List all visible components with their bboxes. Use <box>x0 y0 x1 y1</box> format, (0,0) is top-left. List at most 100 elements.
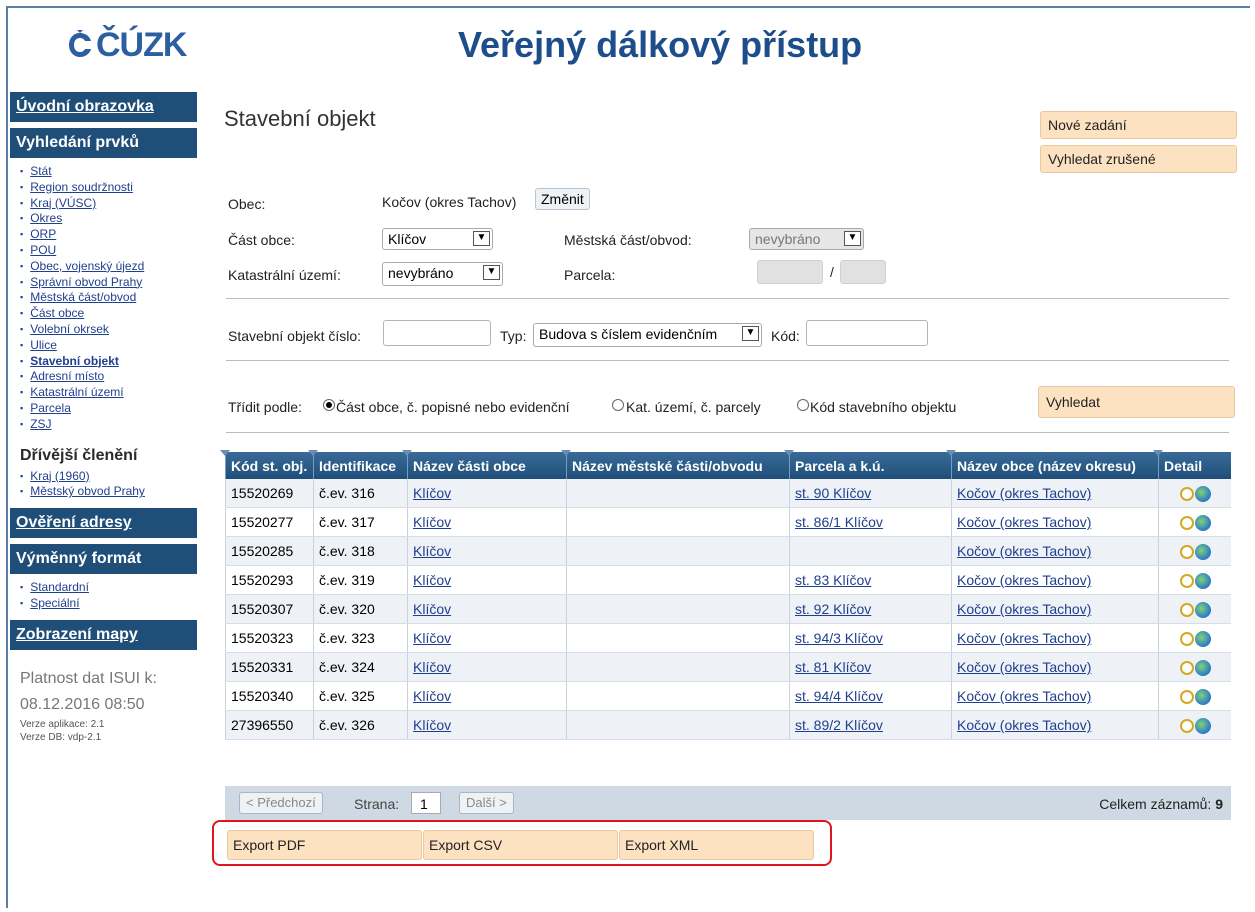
zobrazeni-mapy-link[interactable]: Zobrazení mapy <box>16 626 138 643</box>
sidebar-link-stat[interactable]: Stát <box>30 164 51 178</box>
parcela-number-input[interactable] <box>757 260 823 284</box>
globe-icon[interactable] <box>1194 601 1211 618</box>
change-obec-button[interactable]: Změnit <box>535 188 590 210</box>
sort-radio-kod[interactable] <box>797 399 809 411</box>
sidebar-link-zsj[interactable]: ZSJ <box>30 417 51 431</box>
globe-icon[interactable] <box>1194 717 1211 734</box>
page-number-input[interactable]: 1 <box>411 792 441 814</box>
sort-radio-kat-uzemi[interactable] <box>612 399 624 411</box>
sidebar-link-orp[interactable]: ORP <box>30 227 56 241</box>
magnifier-icon[interactable] <box>1179 515 1194 530</box>
sort-radio-cast-obce[interactable] <box>323 399 335 411</box>
globe-icon[interactable] <box>1194 514 1211 531</box>
nazev-obce-link[interactable]: Kočov (okres Tachov) <box>957 688 1091 704</box>
sidebar-link-specialni[interactable]: Speciální <box>30 596 79 610</box>
sidebar-link-cast-obce[interactable]: Část obce <box>30 306 84 320</box>
globe-icon[interactable] <box>1194 659 1211 676</box>
nazev-obce-link[interactable]: Kočov (okres Tachov) <box>957 659 1091 675</box>
sort-radio-kod-label[interactable]: Kód stavebního objektu <box>810 399 956 415</box>
column-header-mestska-cast[interactable]: Název městské části/obvodu <box>561 450 790 479</box>
globe-icon[interactable] <box>1194 543 1211 560</box>
magnifier-icon[interactable] <box>1179 544 1194 559</box>
parcela-link[interactable]: st. 90 Klíčov <box>795 485 871 501</box>
column-header-identifikace[interactable]: Identifikace <box>308 450 408 479</box>
globe-icon[interactable] <box>1194 572 1211 589</box>
uvodni-obrazovka-link[interactable]: Úvodní obrazovka <box>16 98 154 115</box>
globe-icon[interactable] <box>1194 485 1211 502</box>
sort-radio-kat-uzemi-label[interactable]: Kat. území, č. parcely <box>626 399 761 415</box>
nazev-casti-link[interactable]: Klíčov <box>413 543 451 559</box>
parcela-link[interactable]: st. 86/1 Klíčov <box>795 514 883 530</box>
mestska-cast-select[interactable]: nevybráno ▼ <box>749 228 864 250</box>
nazev-obce-link[interactable]: Kočov (okres Tachov) <box>957 485 1091 501</box>
nazev-obce-link[interactable]: Kočov (okres Tachov) <box>957 543 1091 559</box>
sidebar-link-ulice[interactable]: Ulice <box>30 338 57 352</box>
nazev-obce-link[interactable]: Kočov (okres Tachov) <box>957 572 1091 588</box>
magnifier-icon[interactable] <box>1179 660 1194 675</box>
column-header-detail[interactable]: Detail <box>1153 450 1231 479</box>
nazev-casti-link[interactable]: Klíčov <box>413 485 451 501</box>
nazev-casti-link[interactable]: Klíčov <box>413 601 451 617</box>
magnifier-icon[interactable] <box>1179 689 1194 704</box>
magnifier-icon[interactable] <box>1179 631 1194 646</box>
sidebar-link-okres[interactable]: Okres <box>30 211 62 225</box>
export-pdf-button[interactable]: Export PDF <box>227 830 422 860</box>
sidebar-link-stavebni-objekt[interactable]: Stavební objekt <box>30 354 119 368</box>
typ-select[interactable]: Budova s číslem evidenčním ▼ <box>533 323 762 347</box>
sidebar-link-parcela[interactable]: Parcela <box>30 401 71 415</box>
nazev-casti-link[interactable]: Klíčov <box>413 630 451 646</box>
search-button[interactable]: Vyhledat <box>1038 386 1235 418</box>
column-header-nazev-obce[interactable]: Název obce (název okresu) <box>946 450 1159 479</box>
sidebar-link-standardni[interactable]: Standardní <box>30 580 89 594</box>
sidebar-link-mestska-cast[interactable]: Městská část/obvod <box>30 290 136 304</box>
nazev-casti-link[interactable]: Klíčov <box>413 572 451 588</box>
nazev-casti-link[interactable]: Klíčov <box>413 514 451 530</box>
kod-input[interactable] <box>806 320 928 346</box>
next-page-button[interactable]: Další > <box>459 792 514 814</box>
column-header-kod[interactable]: Kód st. obj. <box>220 450 314 479</box>
sidebar-link-kraj-1960[interactable]: Kraj (1960) <box>30 469 89 483</box>
sidebar-link-katastralni-uzemi[interactable]: Katastrální území <box>30 385 123 399</box>
nazev-casti-link[interactable]: Klíčov <box>413 659 451 675</box>
parcela-link[interactable]: st. 81 Klíčov <box>795 659 871 675</box>
globe-icon[interactable] <box>1194 688 1211 705</box>
search-cancelled-button[interactable]: Vyhledat zrušené <box>1040 145 1237 173</box>
sidebar-link-kraj[interactable]: Kraj (VÚSC) <box>30 196 96 210</box>
nazev-obce-link[interactable]: Kočov (okres Tachov) <box>957 630 1091 646</box>
sidebar-link-spravni-obvod[interactable]: Správní obvod Prahy <box>30 275 142 289</box>
cuzk-logo[interactable]: ČÚZK <box>66 26 187 65</box>
stavebni-objekt-cislo-input[interactable] <box>383 320 491 346</box>
export-xml-button[interactable]: Export XML <box>619 830 814 860</box>
parcela-link[interactable]: st. 92 Klíčov <box>795 601 871 617</box>
previous-page-button[interactable]: < Předchozí <box>239 792 323 814</box>
sidebar-link-region[interactable]: Region soudržnosti <box>30 180 133 194</box>
globe-icon[interactable] <box>1194 630 1211 647</box>
sidebar-link-mestsky-obvod[interactable]: Městský obvod Prahy <box>30 484 145 498</box>
sort-radio-cast-obce-label[interactable]: Část obce, č. popisné nebo evidenční <box>336 399 570 415</box>
parcela-link[interactable]: st. 94/4 Klíčov <box>795 688 883 704</box>
new-query-button[interactable]: Nové zadání <box>1040 111 1237 139</box>
parcela-link[interactable]: st. 94/3 Klíčov <box>795 630 883 646</box>
export-csv-button[interactable]: Export CSV <box>423 830 618 860</box>
column-header-nazev-casti[interactable]: Název části obce <box>402 450 567 479</box>
sidebar-link-adresni-misto[interactable]: Adresní místo <box>30 369 104 383</box>
katastralni-uzemi-select[interactable]: nevybráno ▼ <box>382 262 503 286</box>
sidebar-link-volebni-okrsek[interactable]: Volební okrsek <box>30 322 109 336</box>
cast-obce-select[interactable]: Klíčov ▼ <box>382 228 493 250</box>
nazev-casti-link[interactable]: Klíčov <box>413 688 451 704</box>
parcela-sub-input[interactable] <box>840 260 886 284</box>
nazev-obce-link[interactable]: Kočov (okres Tachov) <box>957 601 1091 617</box>
column-header-parcela[interactable]: Parcela a k.ú. <box>784 450 952 479</box>
magnifier-icon[interactable] <box>1179 573 1194 588</box>
nazev-casti-link[interactable]: Klíčov <box>413 717 451 733</box>
magnifier-icon[interactable] <box>1179 718 1194 733</box>
sidebar-link-obec[interactable]: Obec, vojenský újezd <box>30 259 144 273</box>
magnifier-icon[interactable] <box>1179 486 1194 501</box>
magnifier-icon[interactable] <box>1179 602 1194 617</box>
sidebar-link-pou[interactable]: POU <box>30 243 56 257</box>
overeni-adresy-link[interactable]: Ověření adresy <box>16 514 132 531</box>
nazev-obce-link[interactable]: Kočov (okres Tachov) <box>957 717 1091 733</box>
parcela-link[interactable]: st. 83 Klíčov <box>795 572 871 588</box>
nazev-obce-link[interactable]: Kočov (okres Tachov) <box>957 514 1091 530</box>
parcela-link[interactable]: st. 89/2 Klíčov <box>795 717 883 733</box>
